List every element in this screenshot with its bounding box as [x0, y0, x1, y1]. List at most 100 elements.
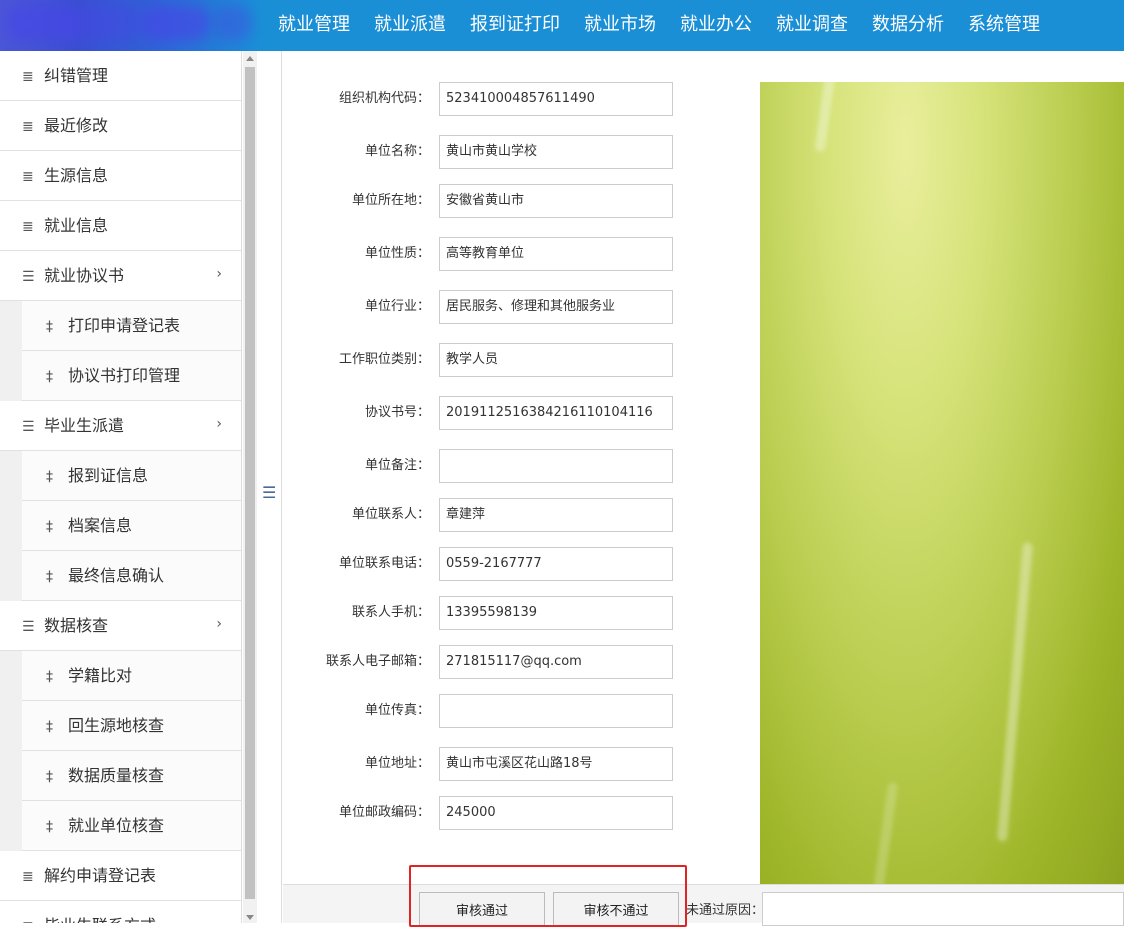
indent-icon: ≣ [22, 69, 34, 85]
sidebar-item-graduate-dispatch[interactable]: ☰ 毕业生派遣 › [0, 401, 241, 451]
menu-toggle-icon[interactable]: ☰ [262, 483, 276, 502]
unit-address-label: 单位地址： [364, 756, 430, 771]
contact-email-field[interactable]: 271815117@qq.com [439, 645, 673, 679]
nav-item-report-certificate-print[interactable]: 报到证打印 [458, 0, 572, 51]
sidebar-item-origin-check[interactable]: ‡ 回生源地核查 [22, 701, 241, 751]
unit-postcode-field[interactable]: 245000 [439, 796, 673, 830]
nav-item-employment-market[interactable]: 就业市场 [572, 0, 668, 51]
job-category-label: 工作职位类别： [338, 352, 430, 367]
unit-info-form: 组织机构代码： 523410004857611490 单位名称： 黄山市黄山学校单位所… [283, 51, 760, 884]
form-row-contact-email: 联系人电子邮箱： 271815117@qq.com [283, 645, 760, 679]
job-category-field[interactable]: 教学人员 [439, 343, 673, 377]
unit-address-field[interactable]: 黄山市屯溪区花山路18号 [439, 747, 673, 781]
sign-icon: ‡ [46, 319, 53, 335]
unit-nature-field[interactable]: 高等教育单位 [439, 237, 673, 271]
sidebar-item-student-source[interactable]: ≣ 生源信息 [0, 151, 241, 201]
form-row-unit-industry: 单位行业： 居民服务、修理和其他服务业 [283, 290, 760, 324]
indent-icon: ≣ [22, 169, 34, 185]
sidebar-item-label: 数据核查 [44, 616, 109, 635]
agreement-number-label: 协议书号： [364, 405, 430, 420]
sidebar-item-label: 纠错管理 [44, 66, 109, 85]
sidebar-item-report-certificate-info[interactable]: ‡ 报到证信息 [22, 451, 241, 501]
reject-button[interactable]: 审核不通过 [553, 892, 679, 926]
agreement-number-field[interactable]: 20191125163842161101041​16 [439, 396, 673, 430]
approve-button[interactable]: 审核通过 [419, 892, 545, 926]
org-code-field[interactable]: 523410004857611490 [439, 82, 673, 116]
sidebar-item-graduate-contacts[interactable]: ≣毕业生联系方式 [0, 901, 241, 923]
sidebar-item-agreement[interactable]: ☰ 就业协议书 › [0, 251, 241, 301]
sidebar-item-label: 报到证信息 [68, 466, 149, 485]
sidebar-item-label: 解约申请登记表 [44, 866, 157, 885]
unit-fax-label: 单位传真： [364, 703, 430, 718]
sidebar-scrollbar[interactable] [243, 51, 257, 923]
form-row-unit-location: 单位所在地： 安徽省黄山市 [283, 184, 760, 218]
sidebar-item-data-quality-check[interactable]: ‡ 数据质量核查 [22, 751, 241, 801]
unit-phone-label: 单位联系电话： [338, 556, 430, 571]
chevron-right-icon: › [216, 616, 222, 632]
list-icon: ☰ [22, 419, 35, 435]
sidebar-item-error-correction[interactable]: ≣ 纠错管理 [0, 51, 241, 101]
scroll-down-icon[interactable] [246, 915, 254, 920]
form-row-unit-remark: 单位备注： [283, 449, 760, 483]
top-nav: 就业管理 就业派遣 报到证打印 就业市场 就业办公 就业调查 数据分析 系统管理 [266, 0, 1052, 51]
form-row-unit-contact: 单位联系人： 章建萍 [283, 498, 760, 532]
indent-icon: ≣ [22, 869, 34, 885]
sidebar-item-agreement-print-management[interactable]: ‡ 协议书打印管理 [22, 351, 241, 401]
submenu-indent [0, 651, 22, 851]
form-row-unit-nature: 单位性质： 高等教育单位 [283, 237, 760, 271]
nav-item-system-management[interactable]: 系统管理 [956, 0, 1052, 51]
unit-fax-field[interactable] [439, 694, 673, 728]
sidebar-item-label: 毕业生联系方式 [44, 916, 156, 923]
sign-icon: ‡ [46, 369, 53, 385]
unit-name-field[interactable]: 黄山市黄山学校 [439, 135, 673, 169]
contact-email-label: 联系人电子邮箱： [325, 654, 430, 669]
sidebar-item-final-confirmation[interactable]: ‡ 最终信息确认 [22, 551, 241, 601]
unit-name-label: 单位名称： [364, 144, 430, 159]
student-photo [760, 82, 1124, 884]
sidebar-item-recent-changes[interactable]: ≣ 最近修改 [0, 101, 241, 151]
indent-icon: ≣ [22, 902, 42, 923]
sidebar: ≣ 纠错管理 ≣ 最近修改 ≣ 生源信息 ≣ 就业信息 ☰ 就业协议书 › ‡ 打印申请登记表 ‡ 协议书打… [0, 51, 242, 923]
logo [0, 0, 262, 51]
sidebar-item-label: 最近修改 [44, 116, 109, 135]
scrollbar-thumb[interactable] [245, 67, 255, 899]
unit-contact-field[interactable]: 章建萍 [439, 498, 673, 532]
sidebar-item-enrollment-comparison[interactable]: ‡ 学籍比对 [22, 651, 241, 701]
reject-reason-input[interactable] [762, 892, 1124, 926]
unit-postcode-label: 单位邮政编码： [338, 805, 430, 820]
form-row-unit-phone: 单位联系电话： 0559-2167777 [283, 547, 760, 581]
sidebar-item-label: 打印申请登记表 [68, 316, 181, 335]
nav-item-employment-survey[interactable]: 就业调查 [764, 0, 860, 51]
nav-item-data-analysis[interactable]: 数据分析 [860, 0, 956, 51]
sidebar-item-label: 最终信息确认 [68, 566, 165, 585]
chevron-right-icon: › [216, 416, 222, 432]
unit-phone-field[interactable]: 0559-2167777 [439, 547, 673, 581]
unit-remark-field[interactable] [439, 449, 673, 483]
sidebar-item-print-application[interactable]: ‡ 打印申请登记表 [22, 301, 241, 351]
contact-mobile-field[interactable]: 13395598139 [439, 596, 673, 630]
unit-remark-label: 单位备注： [364, 458, 430, 473]
sidebar-item-employment-info[interactable]: ≣ 就业信息 [0, 201, 241, 251]
nav-item-employment-office[interactable]: 就业办公 [668, 0, 764, 51]
sidebar-item-archive-info[interactable]: ‡ 档案信息 [22, 501, 241, 551]
form-row-org-code: 组织机构代码： 523410004857611490 [283, 82, 760, 116]
sidebar-item-label: 档案信息 [68, 516, 133, 535]
indent-icon: ≣ [22, 219, 34, 235]
unit-location-field[interactable]: 安徽省黄山市 [439, 184, 673, 218]
sidebar-item-label: 就业协议书 [44, 266, 125, 285]
sidebar-item-label: 生源信息 [44, 166, 109, 185]
scroll-up-icon[interactable] [246, 56, 254, 61]
sidebar-item-label: 数据质量核查 [68, 766, 165, 785]
sidebar-item-termination-application[interactable]: ≣ 解约申请登记表 [0, 851, 241, 901]
unit-industry-field[interactable]: 居民服务、修理和其他服务业 [439, 290, 673, 324]
unit-contact-label: 单位联系人： [351, 507, 430, 522]
nav-item-employment-dispatch[interactable]: 就业派遣 [362, 0, 458, 51]
sign-icon: ‡ [46, 819, 53, 835]
nav-item-employment-management[interactable]: 就业管理 [266, 0, 362, 51]
sidebar-item-employer-check[interactable]: ‡ 就业单位核查 [22, 801, 241, 851]
sidebar-item-label: 回生源地核查 [68, 716, 165, 735]
sign-icon: ‡ [46, 569, 53, 585]
indent-icon: ≣ [22, 119, 34, 135]
contact-mobile-label: 联系人手机： [351, 605, 430, 620]
sidebar-item-data-check[interactable]: ☰ 数据核查 › [0, 601, 241, 651]
